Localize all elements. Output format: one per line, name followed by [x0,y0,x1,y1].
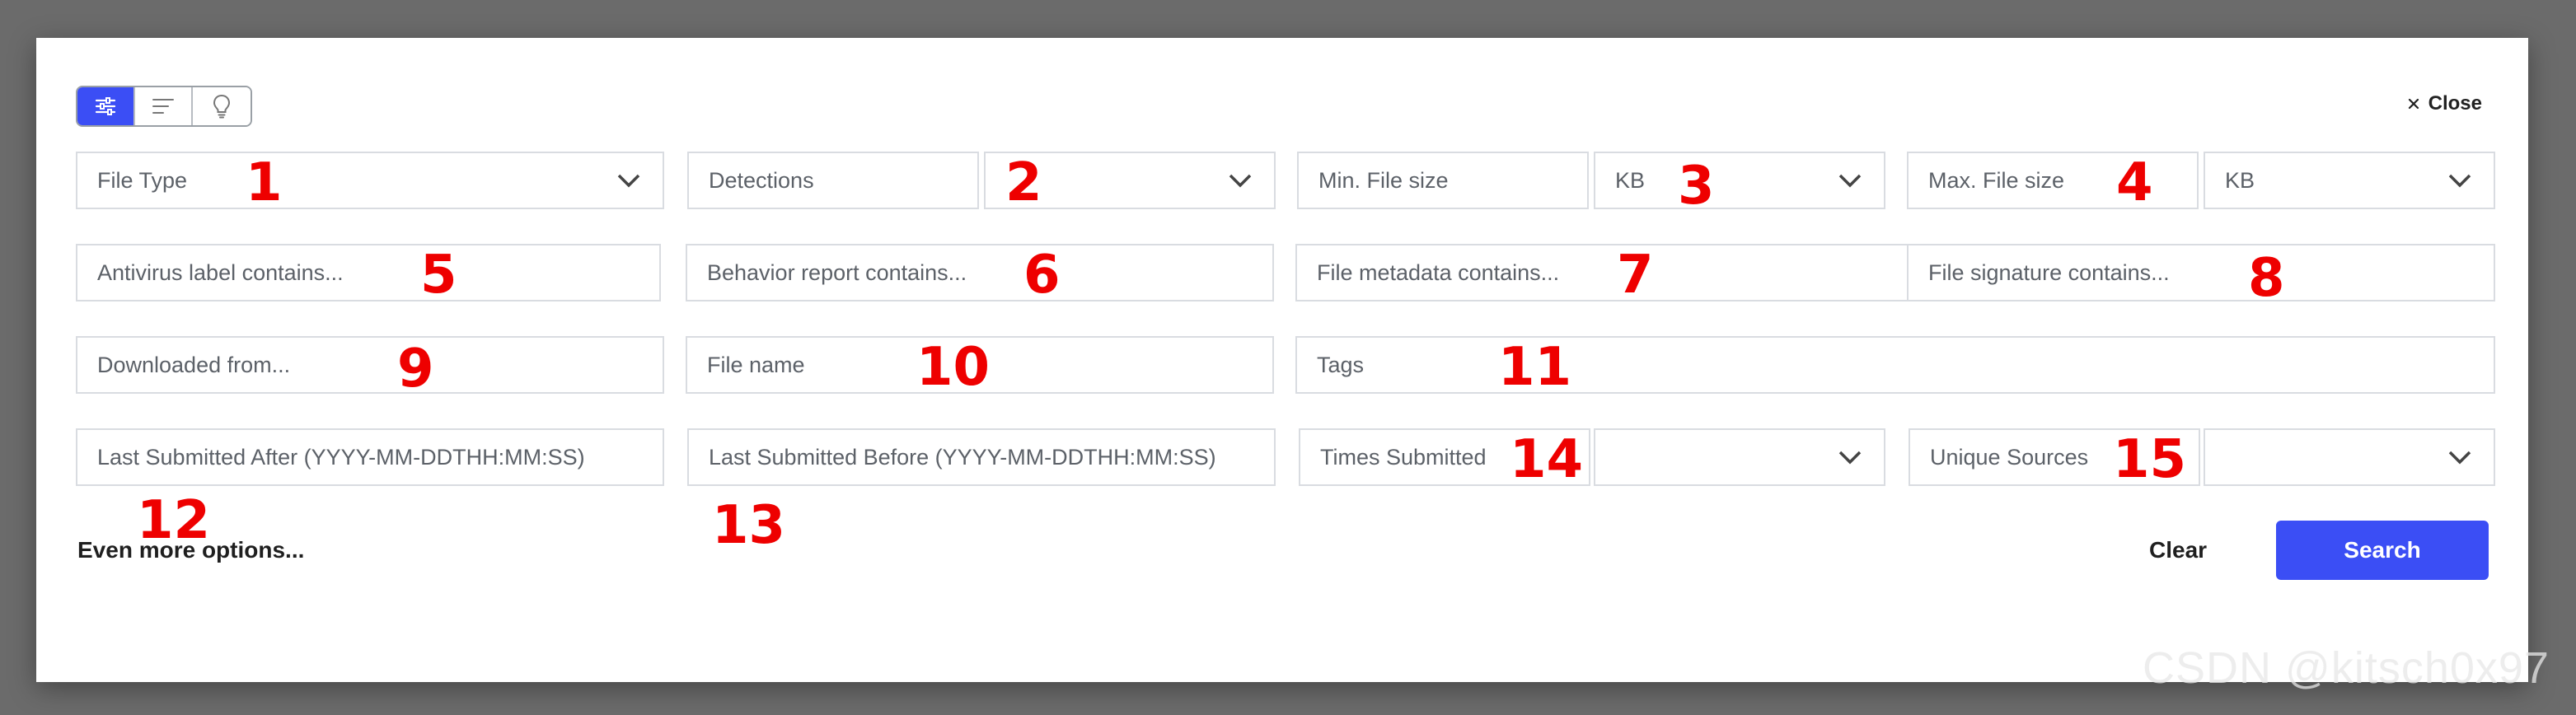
annotation-number: 8 [2248,248,2285,309]
sliders-icon [95,97,116,115]
chevron-down-icon [1838,451,1862,465]
metadata-placeholder: File metadata contains... [1317,259,1560,285]
tags-placeholder: Tags [1317,352,1365,377]
close-icon [2408,98,2419,110]
clear-button[interactable]: Clear [2149,537,2207,563]
signature-placeholder: File signature contains... [1928,259,2170,285]
detections-label: Detections [709,167,814,193]
search-button[interactable]: Search [2276,521,2489,580]
annotation-number: 14 [1510,429,1584,490]
advanced-search-dialog: Close File Type Detections Min. File siz… [36,38,2528,682]
chevron-down-icon [1838,174,1862,188]
times-submitted-select[interactable] [1594,428,1885,486]
mode-toggle-group [76,86,252,127]
antivirus-label-input[interactable]: Antivirus label contains... [76,244,661,301]
max-size-unit-select[interactable]: KB [2204,152,2495,209]
annotation-number: 13 [712,495,786,556]
annotation-number: 3 [1678,156,1715,217]
ideas-mode-button[interactable] [193,87,251,125]
min-size-unit-select[interactable]: KB [1594,152,1885,209]
annotation-number: 2 [1005,152,1042,213]
last-before-placeholder: Last Submitted Before (YYYY-MM-DDTHH:MM:… [709,444,1216,470]
max-file-size-placeholder: Max. File size [1928,167,2065,193]
chevron-down-icon [617,174,640,188]
file-signature-input[interactable]: File signature contains... [1907,244,2495,301]
text-mode-button[interactable] [135,87,193,125]
annotation-number: 9 [397,339,434,400]
annotation-number: 1 [246,152,283,213]
max-file-size-input[interactable]: Max. File size [1907,152,2199,209]
file-type-select[interactable]: File Type [76,152,664,209]
annotation-number: 4 [2116,152,2153,213]
times-submitted-label: Times Submitted [1320,444,1487,470]
antivirus-placeholder: Antivirus label contains... [97,259,344,285]
chevron-down-icon [2448,451,2471,465]
tags-input[interactable]: Tags [1295,336,2495,394]
close-label: Close [2428,92,2482,114]
downloaded-from-input[interactable]: Downloaded from... [76,336,664,394]
unique-sources-select[interactable] [2204,428,2495,486]
file-metadata-input[interactable]: File metadata contains... [1295,244,1917,301]
min-file-size-input[interactable]: Min. File size [1297,152,1589,209]
downloaded-placeholder: Downloaded from... [97,352,291,377]
annotation-number: 15 [2113,429,2187,490]
even-more-options-link[interactable]: Even more options... [77,537,304,563]
watermark: CSDN @kitsch0x97 [2143,643,2550,693]
behavior-report-input[interactable]: Behavior report contains... [686,244,1274,301]
max-size-unit-value: KB [2225,167,2255,193]
annotation-number: 10 [916,337,991,398]
text-lines-icon [152,99,174,114]
unique-sources-label: Unique Sources [1930,444,2089,470]
annotation-number: 5 [420,245,457,306]
last-submitted-before-input[interactable]: Last Submitted Before (YYYY-MM-DDTHH:MM:… [687,428,1276,486]
annotation-number: 11 [1498,337,1572,398]
file-type-label: File Type [97,167,188,193]
close-button[interactable]: Close [2407,92,2482,115]
file-name-placeholder: File name [707,352,805,377]
sliders-mode-button[interactable] [77,87,135,125]
chevron-down-icon [1229,174,1252,188]
lightbulb-icon [213,94,231,119]
last-submitted-after-input[interactable]: Last Submitted After (YYYY-MM-DDTHH:MM:S… [76,428,664,486]
chevron-down-icon [2448,174,2471,188]
min-file-size-placeholder: Min. File size [1318,167,1449,193]
last-after-placeholder: Last Submitted After (YYYY-MM-DDTHH:MM:S… [97,444,585,470]
behavior-placeholder: Behavior report contains... [707,259,967,285]
annotation-number: 6 [1023,245,1061,306]
annotation-number: 7 [1617,245,1654,306]
detections-field: Detections [687,152,979,209]
min-size-unit-value: KB [1615,167,1646,193]
